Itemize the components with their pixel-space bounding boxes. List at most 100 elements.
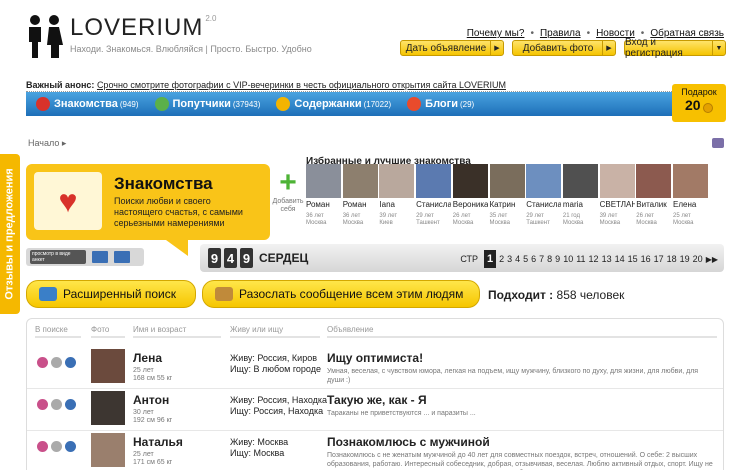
- avatar[interactable]: [91, 391, 125, 425]
- feedback-tab-label: Отзывы и предложения: [4, 168, 16, 300]
- view-list-icon[interactable]: [92, 251, 108, 263]
- view-grid-icon[interactable]: [114, 251, 130, 263]
- avatar[interactable]: [91, 433, 125, 467]
- avatar[interactable]: [379, 164, 415, 198]
- avatar[interactable]: [91, 349, 125, 383]
- ad-title[interactable]: Ищу оптимиста!: [327, 351, 423, 365]
- avatar[interactable]: [452, 164, 488, 198]
- favorite-profile[interactable]: Вероника 26 лет Москва: [452, 164, 488, 227]
- ad-title[interactable]: Познакомлюсь с мужчиной: [327, 435, 490, 449]
- page-link[interactable]: 8: [547, 254, 552, 264]
- favorite-profile[interactable]: Елена 25 лет Москва: [673, 164, 708, 227]
- flame-icon: [407, 97, 422, 111]
- page-link[interactable]: 13: [602, 254, 612, 264]
- avatar[interactable]: [599, 164, 635, 198]
- avatar[interactable]: [673, 164, 708, 198]
- favorite-meta: 25 лет Москва: [673, 213, 694, 226]
- page-link[interactable]: 19: [680, 254, 690, 264]
- avatar[interactable]: [489, 164, 525, 198]
- favorite-name: Виталик: [636, 200, 667, 209]
- avatar[interactable]: [342, 164, 378, 198]
- page-link[interactable]: 3: [507, 254, 512, 264]
- nav-travel[interactable]: Попутчики (37943): [154, 97, 260, 111]
- ad-text: Тараканы не приветствуются ... и паразит…: [327, 410, 476, 417]
- page-link[interactable]: 11: [576, 254, 585, 264]
- favorite-profile[interactable]: Виталик 26 лет Москва: [636, 164, 672, 227]
- favorite-meta: 39 лет Москва: [599, 213, 621, 226]
- table-row[interactable]: Антон 30 лет 192 см 96 кг Живу: Россия, Нах…: [27, 391, 723, 431]
- search-status-icons: [37, 399, 76, 410]
- announce-link[interactable]: Срочно смотрите фотографии с VIP-вечерин…: [97, 80, 506, 90]
- mass-message-button[interactable]: Разослать сообщение всем этим людям: [202, 280, 480, 308]
- profile-name[interactable]: Наталья: [133, 435, 183, 449]
- page-link[interactable]: 20: [693, 254, 703, 264]
- table-row[interactable]: Лена 25 лет 168 см 55 кг Живу: Россия, Киро…: [27, 349, 723, 389]
- favorite-profile[interactable]: Станисла 29 лет Ташкент: [526, 164, 562, 227]
- favorite-profile[interactable]: Iana 39 лет Киев: [379, 164, 415, 227]
- page-link[interactable]: 15: [628, 254, 638, 264]
- feedback-side-tab[interactable]: Отзывы и предложения: [0, 154, 20, 314]
- avatar[interactable]: [526, 164, 562, 198]
- ad-title[interactable]: Такую же, как - Я: [327, 393, 427, 407]
- post-ad-button[interactable]: Дать объявление ▶: [400, 40, 504, 56]
- nav-dating[interactable]: Знакомства (949): [36, 97, 139, 111]
- link-rules[interactable]: Правила: [540, 28, 581, 39]
- page-link[interactable]: 14: [615, 254, 625, 264]
- favorite-profile[interactable]: Станисла 29 лет Ташкент: [416, 164, 452, 227]
- mass-message-label: Разослать сообщение всем этим людям: [239, 287, 464, 301]
- col-location: Живу или ищу: [230, 325, 320, 338]
- nav-kept[interactable]: Содержанки (17022): [276, 97, 391, 111]
- chevron-down-icon: ▼: [712, 41, 725, 55]
- add-self-button[interactable]: + Добавить себя: [272, 168, 304, 214]
- login-register-button[interactable]: Вход и регистрация ▼: [624, 37, 726, 59]
- site-logo[interactable]: LOVERIUM 2.0 Находи. Знакомься. Влюбляйся…: [26, 14, 312, 60]
- breadcrumb[interactable]: Начало ▸: [28, 138, 66, 149]
- coin-icon: [703, 102, 714, 113]
- page-current[interactable]: 1: [484, 250, 497, 268]
- page-link[interactable]: 7: [539, 254, 544, 264]
- nav-blogs[interactable]: Блоги (29): [407, 97, 474, 111]
- avatar[interactable]: [306, 164, 341, 198]
- page-link[interactable]: 16: [641, 254, 651, 264]
- heart-icon: ♥: [58, 182, 78, 219]
- avatar[interactable]: [416, 164, 452, 198]
- favorite-name: maria: [562, 200, 583, 209]
- table-row[interactable]: Наталья 25 лет 171 см 65 кг Живу: Москва Ищу…: [27, 433, 723, 470]
- page-link[interactable]: 12: [589, 254, 599, 264]
- profile-meta: 25 лет 171 см 65 кг: [133, 451, 173, 466]
- page-link[interactable]: 17: [654, 254, 664, 264]
- page-link[interactable]: 10: [563, 254, 573, 264]
- nav-kept-label: Содержанки: [294, 98, 362, 110]
- favorite-meta: 26 лет Москва: [636, 213, 657, 226]
- counter-digit: 9: [240, 248, 253, 268]
- profile-name[interactable]: Антон: [133, 393, 169, 407]
- favorite-profile[interactable]: maria 21 год Москва: [562, 164, 598, 227]
- print-icon[interactable]: [712, 138, 724, 148]
- page-link[interactable]: 5: [523, 254, 528, 264]
- favorite-profile[interactable]: СВЕТЛАН 39 лет Москва: [599, 164, 635, 227]
- page-link[interactable]: 9: [555, 254, 560, 264]
- pagination: СТР 1 2 3 4 5 6 7 8 9 10 11 12 13 14 15 16 17 18 19 20 ▶▶: [460, 250, 718, 268]
- gift-badge[interactable]: Подарок 20: [672, 84, 726, 122]
- advanced-search-button[interactable]: Расширенный поиск: [26, 280, 196, 308]
- avatar[interactable]: [562, 164, 598, 198]
- add-photo-button[interactable]: Добавить фото ▶: [512, 40, 616, 56]
- favorite-name: Катрин: [489, 200, 516, 209]
- favorite-profile[interactable]: Роман 36 лет Москва: [306, 164, 341, 227]
- male-icon: [65, 441, 76, 452]
- couple-logo-icon: [26, 14, 64, 60]
- next-page-icon[interactable]: ▶▶: [706, 255, 718, 264]
- link-why-us[interactable]: Почему мы?: [467, 28, 525, 39]
- male-icon: [65, 399, 76, 410]
- page-link[interactable]: 4: [515, 254, 520, 264]
- favorite-profile[interactable]: Катрин 35 лет Москва: [489, 164, 525, 227]
- view-profiles-button[interactable]: просмотр в виде анкет: [30, 250, 86, 264]
- nav-kept-count: (17022): [363, 99, 392, 109]
- page-link[interactable]: 18: [667, 254, 677, 264]
- page-link[interactable]: 6: [531, 254, 536, 264]
- avatar[interactable]: [636, 164, 672, 198]
- users-icon: [39, 287, 57, 301]
- favorite-profile[interactable]: Роман 36 лет Москва: [342, 164, 378, 227]
- profile-name[interactable]: Лена: [133, 351, 162, 365]
- page-link[interactable]: 2: [499, 254, 504, 264]
